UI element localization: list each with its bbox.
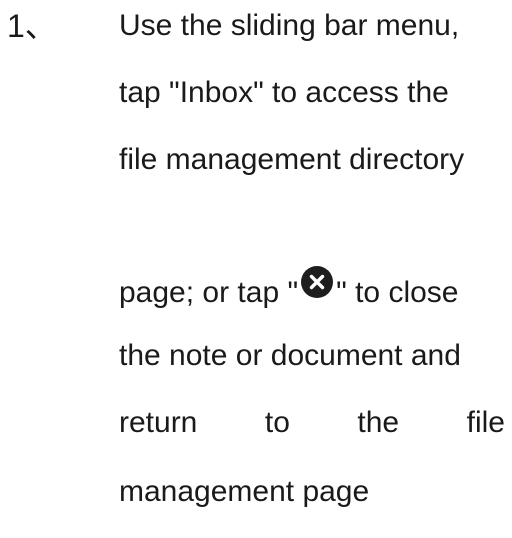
instruction-line-2: tap "Inbox" to access the: [119, 76, 449, 109]
word-the: the: [357, 406, 400, 439]
step-number: 1、: [7, 8, 57, 44]
close-circle-icon: [301, 266, 334, 298]
instruction-line-3: file management directory: [119, 143, 465, 176]
word-file: file: [466, 406, 505, 439]
instruction-line-1: Use the sliding bar menu,: [119, 9, 460, 42]
instruction-line-6: return to the file: [119, 401, 505, 445]
word-to: to: [264, 406, 290, 439]
word-return: return: [119, 406, 198, 439]
instruction-line-4: page; or tap " " to close: [119, 266, 505, 315]
line-4-after-text: " to close: [336, 276, 459, 309]
instruction-line-7: management page: [119, 475, 370, 508]
line-4-before-text: page; or tap ": [119, 276, 299, 309]
instruction-line-5: the note or document and: [119, 339, 461, 372]
